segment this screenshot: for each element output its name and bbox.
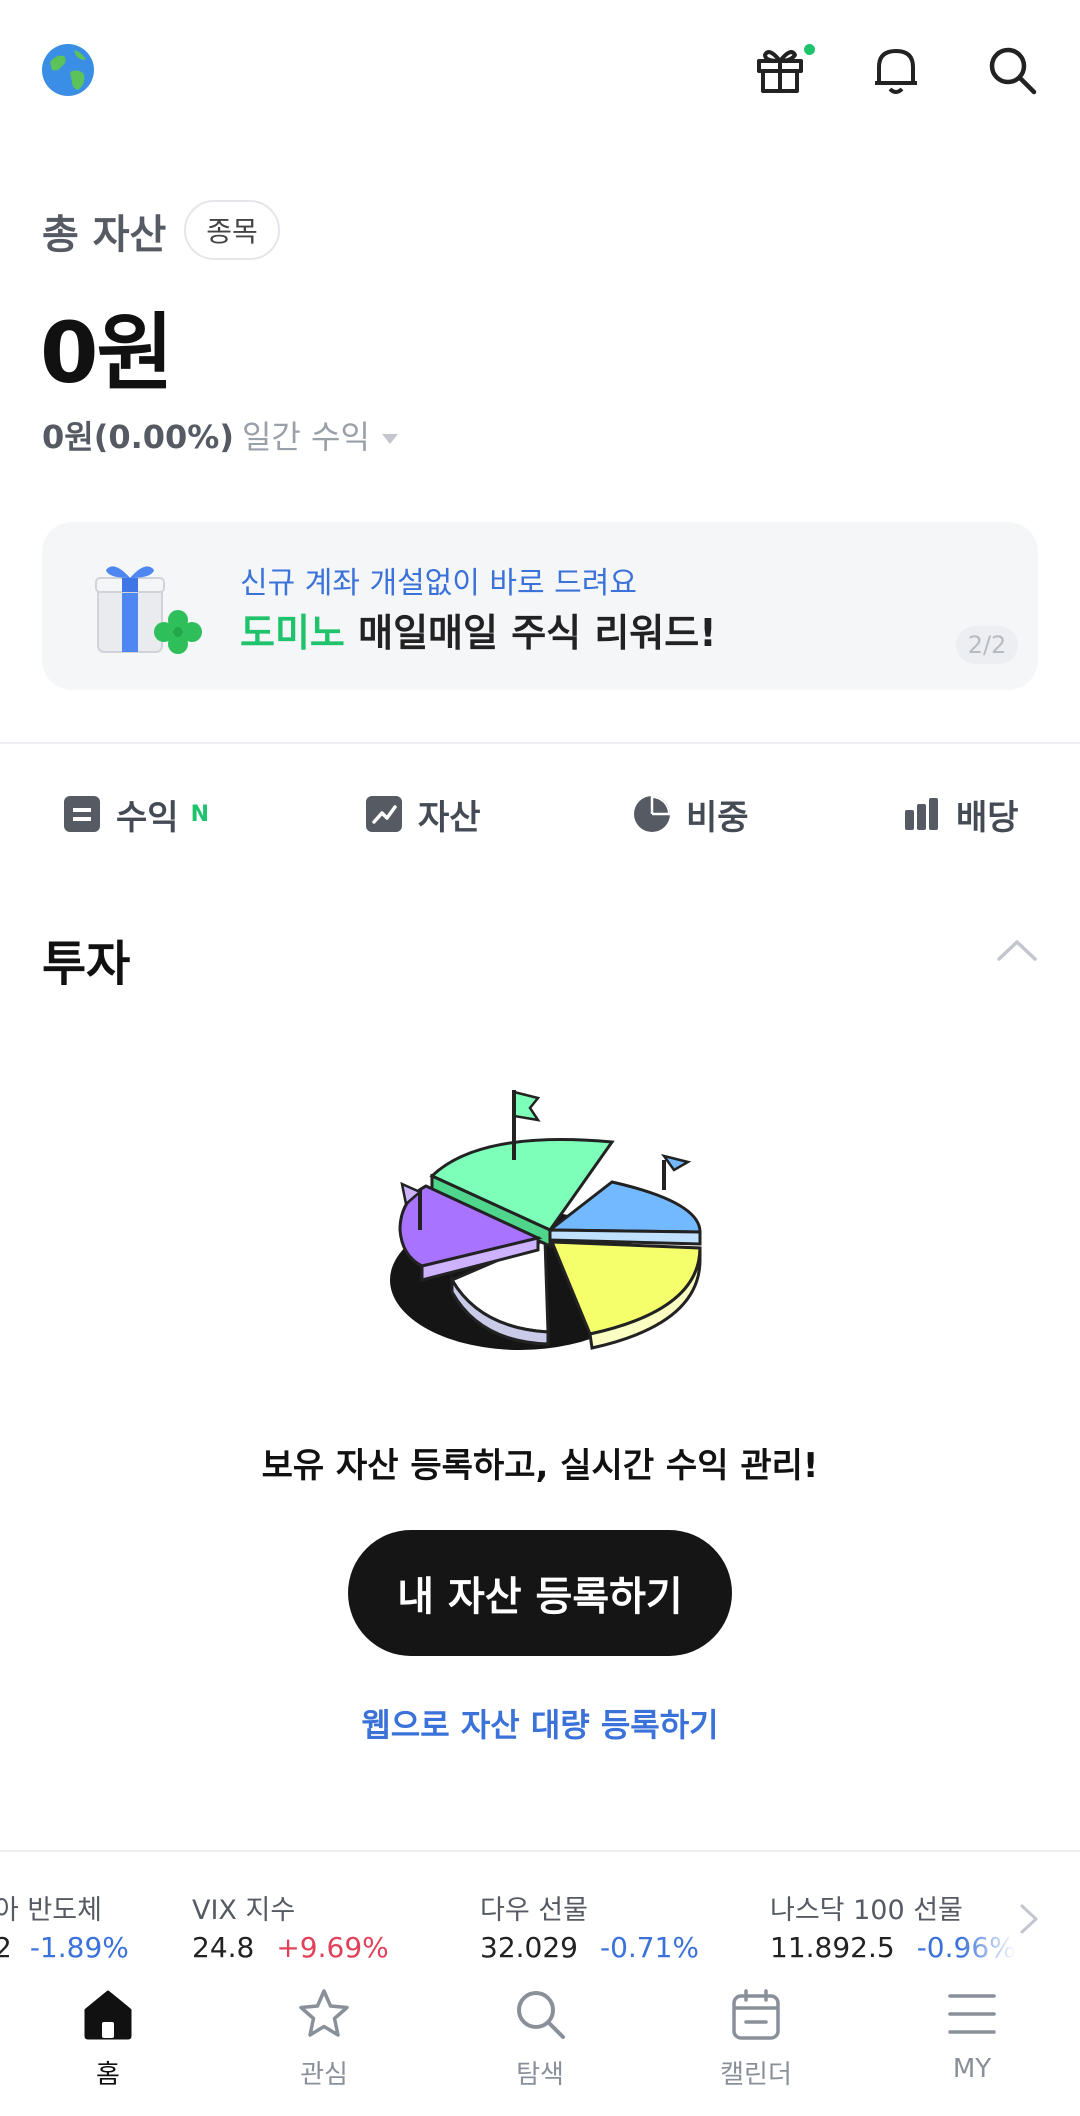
calendar-icon	[728, 1986, 784, 2046]
search-icon	[512, 1986, 568, 2046]
banner-title-highlight: 도미노	[240, 611, 345, 655]
nav-watchlist-label: 관심	[300, 2060, 348, 2090]
tab-dividend[interactable]: 배당	[902, 786, 1019, 842]
ticker-value: 24.8	[192, 1931, 255, 1964]
ticker-item[interactable]: 다우 선물 32.029 -0.71%	[480, 1888, 699, 1964]
banner-pager: 2/2	[956, 626, 1018, 664]
total-assets-label: 총 자산	[42, 212, 167, 258]
ticker-value: 11.892.5	[770, 1931, 895, 1964]
ticker-name: 아 반도체	[0, 1895, 102, 1926]
holdings-chip[interactable]: 종목	[184, 200, 280, 260]
daily-return[interactable]: 0원(0.00%) 일간 수익	[42, 412, 398, 458]
tab-returns-label: 수익	[116, 797, 179, 838]
daily-return-value: 0원(0.00%)	[42, 418, 234, 456]
home-icon	[80, 1986, 136, 2046]
ticker-change: +9.69%	[276, 1931, 389, 1964]
trend-chart-icon	[364, 794, 404, 834]
nav-my-label: MY	[952, 2054, 992, 2084]
bell-icon[interactable]	[866, 40, 926, 100]
caret-down-icon	[381, 434, 398, 444]
daily-return-label: 일간 수익	[241, 418, 370, 456]
banner-title: 도미노 매일매일 주식 리워드!	[240, 602, 717, 657]
bar-chart-icon	[902, 794, 942, 834]
ticker-item[interactable]: VIX 지수 24.8 +9.69%	[192, 1888, 389, 1964]
chevron-up-icon[interactable]	[996, 938, 1038, 966]
ticker-name: VIX 지수	[192, 1895, 296, 1926]
web-bulk-register-link[interactable]: 웹으로 자산 대량 등록하기	[0, 1700, 1080, 1746]
menu-icon	[944, 1986, 1000, 2046]
pie-chart-illustration	[370, 1080, 710, 1384]
empty-state-message: 보유 자산 등록하고, 실시간 수익 관리!	[261, 1446, 819, 1486]
nav-watchlist[interactable]: 관심	[216, 1986, 432, 2096]
ticker-divider	[0, 1850, 1080, 1852]
new-badge: N	[190, 801, 209, 827]
ticker-item[interactable]: 아 반도체 2 -1.89%	[0, 1888, 129, 1964]
nav-calendar[interactable]: 캘린더	[648, 1986, 864, 2096]
notification-dot	[804, 44, 815, 55]
tab-assets[interactable]: 자산	[364, 786, 481, 842]
ticker-name: 다우 선물	[480, 1895, 588, 1926]
gift-icon[interactable]	[750, 40, 815, 100]
tab-dividend-label: 배당	[956, 797, 1019, 838]
section-divider	[0, 742, 1080, 744]
nav-home[interactable]: 홈	[0, 1986, 216, 2096]
banner-title-rest: 매일매일 주식 리워드!	[344, 611, 717, 655]
investment-section-title: 투자	[42, 936, 131, 992]
tab-weight[interactable]: 비중	[632, 786, 749, 842]
receipt-icon	[62, 794, 102, 834]
ticker-value: 32.029	[480, 1931, 578, 1964]
total-assets-amount: 0원	[40, 304, 174, 402]
nav-my[interactable]: MY	[864, 1986, 1080, 2096]
nav-explore[interactable]: 탐색	[432, 1986, 648, 2096]
gift-clover-icon	[92, 560, 204, 660]
tab-assets-label: 자산	[418, 797, 481, 838]
ticker-value: 2	[0, 1931, 12, 1964]
banner-subtitle: 신규 계좌 개설없이 바로 드려요	[240, 566, 637, 601]
ticker-change: -1.89%	[29, 1931, 129, 1964]
star-icon	[296, 1986, 352, 2046]
chevron-right-icon[interactable]	[1018, 1902, 1040, 1940]
ticker-change: -0.71%	[599, 1931, 700, 1964]
globe-icon[interactable]	[38, 40, 98, 100]
register-assets-button[interactable]: 내 자산 등록하기	[348, 1530, 732, 1656]
nav-calendar-label: 캘린더	[720, 2060, 792, 2090]
tab-weight-label: 비중	[686, 797, 749, 838]
nav-explore-label: 탐색	[516, 2060, 564, 2090]
pie-chart-icon	[632, 794, 672, 834]
nav-home-label: 홈	[96, 2060, 120, 2090]
search-icon[interactable]	[982, 40, 1042, 100]
tab-returns[interactable]: 수익 N	[62, 786, 209, 842]
